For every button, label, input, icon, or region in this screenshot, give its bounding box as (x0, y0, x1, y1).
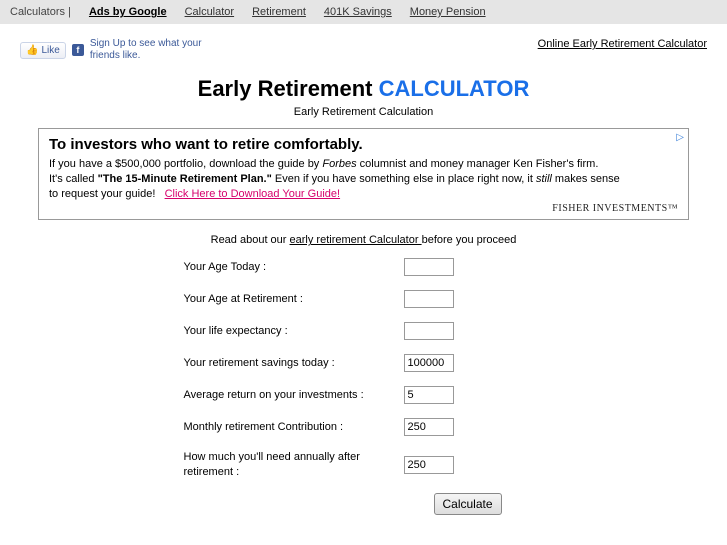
input-savings-today[interactable] (404, 354, 454, 372)
social-left: 👍 Like f Sign Up to see what your friend… (20, 38, 210, 62)
row-monthly-contribution: Monthly retirement Contribution : (154, 418, 574, 436)
online-calculator-link[interactable]: Online Early Retirement Calculator (538, 38, 707, 50)
label-age-today: Your Age Today : (154, 261, 404, 273)
submit-row: Calculate (154, 493, 574, 515)
title-part2: CALCULATOR (379, 76, 530, 101)
ads-by-google-link[interactable]: Ads by Google (89, 6, 167, 18)
label-age-retirement: Your Age at Retirement : (154, 293, 404, 305)
intro-link[interactable]: early retirement Calculator (290, 234, 422, 246)
adchoices-icon[interactable]: ▷ (676, 131, 684, 145)
input-average-return[interactable] (404, 386, 454, 404)
label-monthly-contribution: Monthly retirement Contribution : (154, 421, 404, 433)
page-title: Early Retirement CALCULATOR (20, 76, 707, 102)
fb-signup-link[interactable]: Sign Up (90, 38, 126, 49)
ad-brand: FISHER INVESTMENTS™ (49, 202, 678, 216)
ad-headline: To investors who want to retire comforta… (49, 135, 678, 155)
row-savings-today: Your retirement savings today : (154, 354, 574, 372)
nav-link-calculator[interactable]: Calculator (185, 6, 235, 18)
facebook-icon: f (72, 44, 84, 56)
label-average-return: Average return on your investments : (154, 389, 404, 401)
input-monthly-contribution[interactable] (404, 418, 454, 436)
calculate-button[interactable]: Calculate (434, 493, 502, 515)
social-row: 👍 Like f Sign Up to see what your friend… (20, 38, 707, 62)
like-label: Like (41, 45, 59, 56)
input-annual-need[interactable] (404, 456, 454, 474)
input-age-retirement[interactable] (404, 290, 454, 308)
intro-text: Read about our early retirement Calculat… (20, 234, 707, 246)
row-average-return: Average return on your investments : (154, 386, 574, 404)
nav-link-401k[interactable]: 401K Savings (324, 6, 392, 18)
row-life-expectancy: Your life expectancy : (154, 322, 574, 340)
title-part1: Early Retirement (198, 76, 379, 101)
input-age-today[interactable] (404, 258, 454, 276)
row-age-today: Your Age Today : (154, 258, 574, 276)
ad-cta-link[interactable]: Click Here to Download Your Guide! (165, 188, 340, 200)
fb-signup-text: Sign Up to see what your friends like. (90, 38, 210, 62)
label-annual-need: How much you'll need annually after reti… (154, 450, 404, 479)
ad-line2: It's called "The 15-Minute Retirement Pl… (49, 172, 678, 187)
label-savings-today: Your retirement savings today : (154, 357, 404, 369)
input-life-expectancy[interactable] (404, 322, 454, 340)
row-annual-need: How much you'll need annually after reti… (154, 450, 574, 479)
retirement-form: Your Age Today : Your Age at Retirement … (154, 258, 574, 515)
nav-link-retirement[interactable]: Retirement (252, 6, 306, 18)
calculators-label: Calculators | (10, 6, 71, 18)
main-content: 👍 Like f Sign Up to see what your friend… (8, 30, 719, 523)
thumb-up-icon: 👍 (26, 45, 38, 56)
row-age-retirement: Your Age at Retirement : (154, 290, 574, 308)
nav-link-money-pension[interactable]: Money Pension (410, 6, 486, 18)
top-nav-bar: Calculators | Ads by Google Calculator R… (0, 0, 727, 24)
ad-line3: to request your guide! Click Here to Dow… (49, 187, 678, 202)
ad-line1: If you have a $500,000 portfolio, downlo… (49, 157, 678, 172)
ad-box[interactable]: ▷ To investors who want to retire comfor… (38, 128, 689, 220)
fb-like-button[interactable]: 👍 Like (20, 42, 66, 59)
page-subtitle: Early Retirement Calculation (20, 106, 707, 118)
label-life-expectancy: Your life expectancy : (154, 325, 404, 337)
